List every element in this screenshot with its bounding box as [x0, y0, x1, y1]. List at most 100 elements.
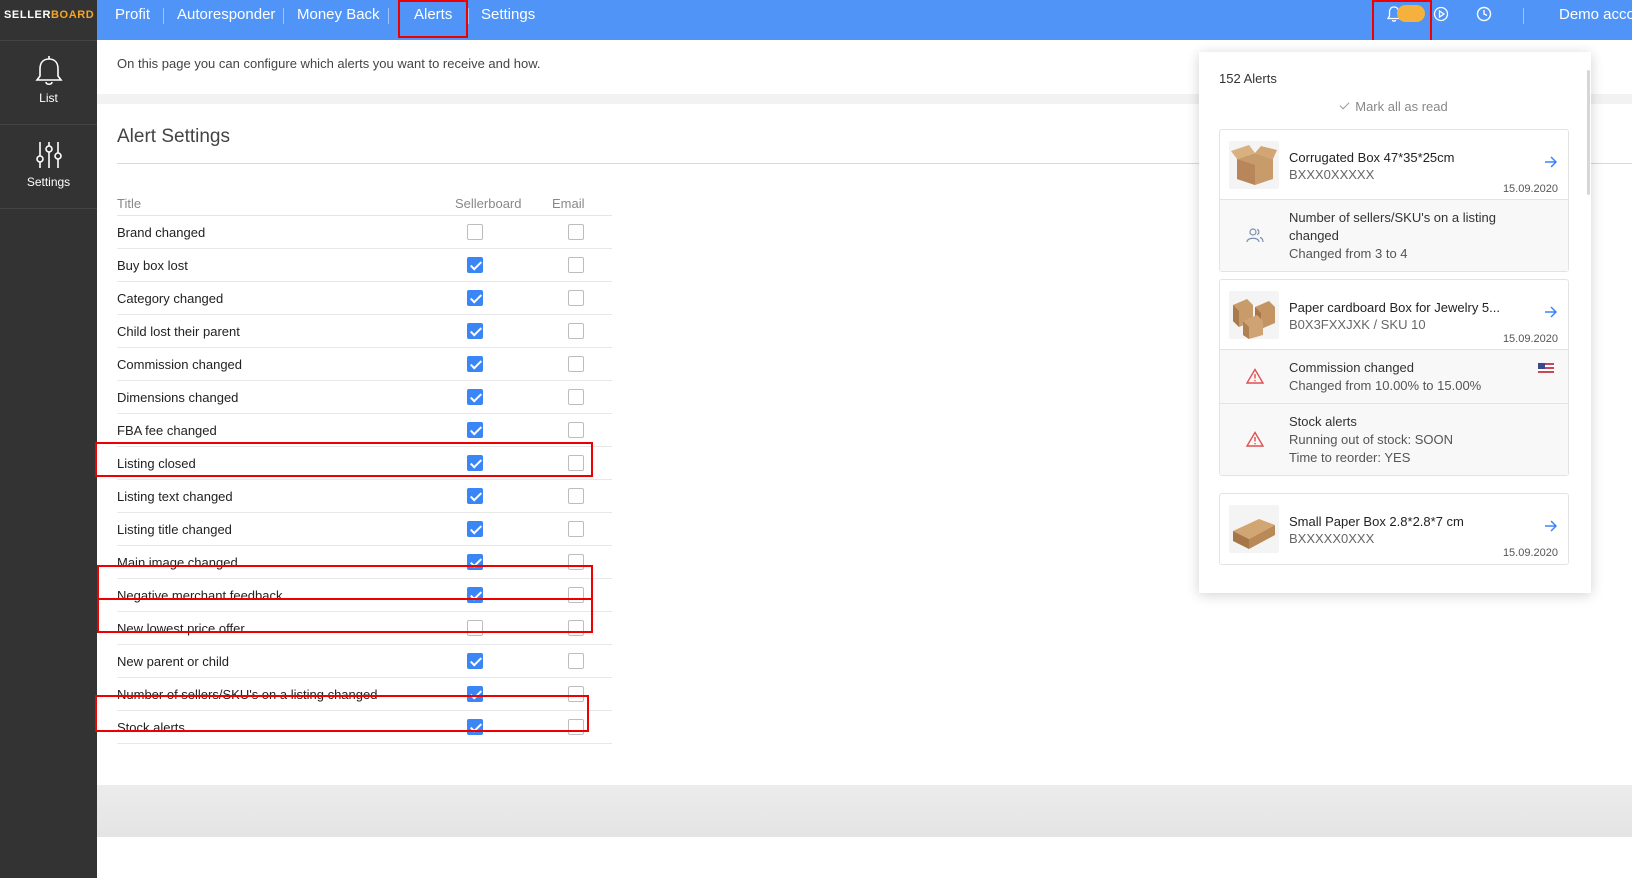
nav-money-back[interactable]: Money Back: [297, 0, 380, 40]
sidebar-item-list[interactable]: List: [0, 40, 97, 124]
alert-count: 152 Alerts: [1219, 71, 1277, 86]
logo-text-seller: SELLER: [4, 9, 51, 21]
alert-title: Listing text changed: [117, 489, 233, 504]
sellerboard-checkbox[interactable]: [467, 389, 483, 405]
warning-icon: [1246, 368, 1264, 384]
email-checkbox[interactable]: [568, 554, 584, 570]
table-row: Stock alerts: [117, 711, 612, 744]
sellerboard-checkbox[interactable]: [467, 422, 483, 438]
email-checkbox[interactable]: [568, 488, 584, 504]
email-checkbox[interactable]: [568, 422, 584, 438]
table-row: Child lost their parent: [117, 315, 612, 348]
email-checkbox[interactable]: [568, 620, 584, 636]
table-row: New parent or child: [117, 645, 612, 678]
product-sku: BXXXXX0XXX: [1289, 531, 1375, 546]
email-checkbox[interactable]: [568, 686, 584, 702]
event-text: Number of sellers/SKU's on a listing cha…: [1289, 209, 1496, 263]
alert-title: Number of sellers/SKU's on a listing cha…: [117, 687, 378, 702]
product-sku: BXXX0XXXXX: [1289, 167, 1375, 182]
notification-dropdown: 152 Alerts Mark all as read Corrugated B…: [1199, 52, 1591, 593]
table-row: Dimensions changed: [117, 381, 612, 414]
email-checkbox[interactable]: [568, 653, 584, 669]
event-title: Stock alerts: [1289, 414, 1357, 429]
sellerboard-checkbox[interactable]: [467, 488, 483, 504]
email-checkbox[interactable]: [568, 356, 584, 372]
sidebar-item-label: Settings: [26, 175, 71, 189]
notification-product[interactable]: Corrugated Box 47*35*25cm BXXX0XXXXX 15.…: [1220, 130, 1568, 200]
table-row: Commission changed: [117, 348, 612, 381]
warning-icon: [1246, 431, 1264, 447]
user-menu[interactable]: Demo account: [1555, 0, 1632, 30]
email-checkbox[interactable]: [568, 389, 584, 405]
notification-group: Small Paper Box 2.8*2.8*7 cm BXXXXX0XXX …: [1219, 493, 1569, 565]
sellerboard-checkbox[interactable]: [467, 554, 483, 570]
alert-title: Negative merchant feedback: [117, 588, 283, 603]
nav-separator: [1523, 8, 1524, 24]
user-name: Demo account: [1559, 6, 1632, 23]
logo-text-board: BOARD: [51, 9, 95, 21]
sellerboard-checkbox[interactable]: [467, 686, 483, 702]
email-checkbox[interactable]: [568, 521, 584, 537]
event-title-cont: changed: [1289, 228, 1339, 243]
footer-band: [97, 785, 1632, 837]
email-checkbox[interactable]: [568, 323, 584, 339]
notification-date: 15.09.2020: [1502, 183, 1558, 195]
sidebar: SELLER BOARD List Settings: [0, 0, 97, 878]
arrow-right-icon[interactable]: [1544, 156, 1558, 168]
nav-separator: [283, 8, 284, 24]
notification-product[interactable]: Small Paper Box 2.8*2.8*7 cm BXXXXX0XXX …: [1220, 494, 1568, 564]
email-checkbox[interactable]: [568, 455, 584, 471]
notification-date: 15.09.2020: [1502, 547, 1558, 559]
sellerboard-checkbox[interactable]: [467, 356, 483, 372]
sellerboard-checkbox[interactable]: [467, 521, 483, 537]
notification-event: Commission changed Changed from 10.00% t…: [1220, 350, 1568, 404]
table-row: New lowest price offer: [117, 612, 612, 645]
play-circle-icon[interactable]: [1433, 5, 1449, 23]
mark-all-read-link[interactable]: Mark all as read: [1199, 99, 1591, 114]
notification-product[interactable]: Paper cardboard Box for Jewelry 5... B0X…: [1220, 280, 1568, 350]
sidebar-item-settings[interactable]: Settings: [0, 124, 97, 209]
sellerboard-checkbox[interactable]: [467, 653, 483, 669]
alert-title: Commission changed: [117, 357, 243, 372]
email-checkbox[interactable]: [568, 257, 584, 273]
table-row: Buy box lost: [117, 249, 612, 282]
sellerboard-checkbox[interactable]: [467, 587, 483, 603]
email-checkbox[interactable]: [568, 290, 584, 306]
email-checkbox[interactable]: [568, 587, 584, 603]
sellerboard-checkbox[interactable]: [467, 290, 483, 306]
nav-separator: [388, 8, 389, 24]
alert-settings-table: Title Sellerboard Email Brand changed Buy…: [117, 192, 612, 744]
product-name: Small Paper Box 2.8*2.8*7 cm: [1289, 514, 1464, 529]
email-checkbox[interactable]: [568, 719, 584, 735]
clock-icon[interactable]: [1476, 5, 1492, 23]
sidebar-item-label: List: [39, 91, 58, 105]
notification-group: Corrugated Box 47*35*25cm BXXX0XXXXX 15.…: [1219, 129, 1569, 272]
email-checkbox[interactable]: [568, 224, 584, 240]
product-thumbnail: [1229, 141, 1279, 189]
arrow-right-icon[interactable]: [1544, 306, 1558, 318]
sellerboard-checkbox[interactable]: [467, 620, 483, 636]
sellerboard-checkbox[interactable]: [467, 323, 483, 339]
logo[interactable]: SELLER BOARD: [0, 0, 97, 30]
event-detail: Running out of stock: SOON: [1289, 432, 1454, 447]
alert-title: Child lost their parent: [117, 324, 240, 339]
sliders-icon: [35, 142, 62, 168]
table-row: Main image changed: [117, 546, 612, 579]
arrow-right-icon[interactable]: [1544, 520, 1558, 532]
table-row: Listing title changed: [117, 513, 612, 546]
product-name: Corrugated Box 47*35*25cm: [1289, 150, 1455, 165]
users-icon: [1246, 228, 1264, 243]
bell-icon: [34, 56, 63, 86]
sellerboard-checkbox[interactable]: [467, 719, 483, 735]
sellerboard-checkbox[interactable]: [467, 224, 483, 240]
nav-profit[interactable]: Profit: [115, 0, 150, 40]
table-row: Listing text changed: [117, 480, 612, 513]
nav-autoresponder[interactable]: Autoresponder: [177, 0, 275, 40]
event-detail: Changed from 3 to 4: [1289, 246, 1408, 261]
nav-settings[interactable]: Settings: [481, 0, 535, 40]
table-body: Brand changed Buy box lost Category change…: [117, 216, 612, 744]
column-header-email: Email: [552, 196, 585, 211]
sellerboard-checkbox[interactable]: [467, 257, 483, 273]
sellerboard-checkbox[interactable]: [467, 455, 483, 471]
scrollbar[interactable]: [1587, 70, 1590, 195]
